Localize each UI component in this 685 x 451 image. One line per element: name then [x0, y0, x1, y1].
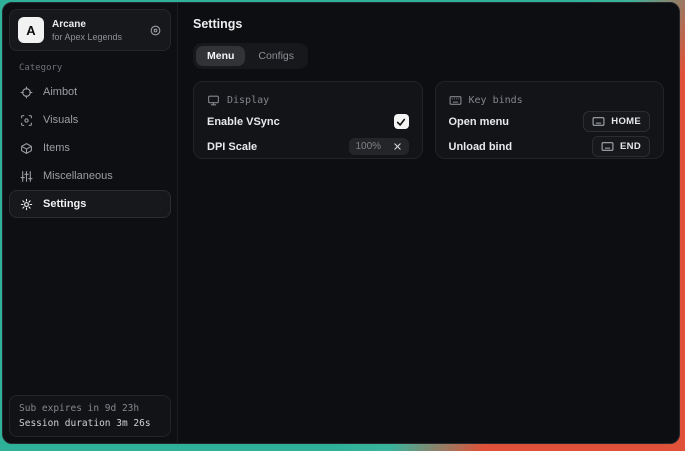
- dpi-row: DPI Scale: [207, 135, 409, 158]
- monitor-icon: [207, 94, 220, 107]
- crosshair-icon: [20, 86, 33, 99]
- open-menu-label: Open menu: [449, 116, 510, 128]
- sidebar-item-settings[interactable]: Settings: [9, 190, 171, 218]
- open-menu-row: Open menu HOME: [449, 110, 651, 133]
- app-title-block: Arcane for Apex Legends: [52, 19, 122, 42]
- vsync-checkbox[interactable]: [394, 114, 409, 129]
- target-icon[interactable]: [149, 24, 162, 37]
- gear-icon: [20, 198, 33, 211]
- keybinds-card-header: Key binds: [449, 92, 651, 108]
- unload-keybind-button[interactable]: END: [592, 136, 650, 157]
- app-logo: A: [18, 17, 44, 43]
- app-title: Arcane: [52, 19, 122, 30]
- dpi-label: DPI Scale: [207, 141, 257, 153]
- sidebar-item-label: Miscellaneous: [43, 170, 113, 182]
- tab-bar: Menu Configs: [193, 43, 308, 69]
- sidebar-item-miscellaneous[interactable]: Miscellaneous: [9, 162, 171, 190]
- dpi-scale-control: [349, 138, 409, 155]
- sliders-icon: [20, 170, 33, 183]
- unload-bind-label: Unload bind: [449, 141, 513, 153]
- scan-eye-icon: [20, 114, 33, 127]
- open-menu-key: HOME: [611, 116, 641, 127]
- keyboard-icon: [592, 115, 605, 128]
- vsync-label: Enable VSync: [207, 116, 280, 128]
- display-card-title: Display: [227, 95, 269, 106]
- sidebar-item-label: Aimbot: [43, 86, 77, 98]
- dpi-clear-button[interactable]: [393, 142, 402, 151]
- page-title: Settings: [193, 17, 664, 31]
- sidebar-item-label: Settings: [43, 198, 86, 210]
- package-icon: [20, 142, 33, 155]
- open-menu-keybind-button[interactable]: HOME: [583, 111, 650, 132]
- sidebar-item-visuals[interactable]: Visuals: [9, 106, 171, 134]
- check-icon: [396, 117, 406, 127]
- sidebar-spacer: [9, 218, 171, 395]
- sidebar-item-aimbot[interactable]: Aimbot: [9, 78, 171, 106]
- session-duration-text: Session duration 3m 26s: [19, 418, 161, 429]
- app-window: A Arcane for Apex Legends Category Aimbo…: [2, 2, 680, 444]
- app-logo-card: A Arcane for Apex Legends: [9, 9, 171, 51]
- sidebar-item-label: Items: [43, 142, 70, 154]
- unload-bind-row: Unload bind END: [449, 135, 651, 158]
- session-info-card: Sub expires in 9d 23h Session duration 3…: [9, 395, 171, 437]
- tab-configs[interactable]: Configs: [247, 46, 305, 66]
- x-icon: [393, 142, 402, 151]
- sidebar-item-items[interactable]: Items: [9, 134, 171, 162]
- keybinds-card-title: Key binds: [469, 95, 523, 106]
- settings-cards: Display Enable VSync DPI Scale: [193, 81, 664, 159]
- display-card-header: Display: [207, 92, 409, 108]
- unload-bind-key: END: [620, 141, 641, 152]
- keyboard-icon: [601, 140, 614, 153]
- sub-expires-text: Sub expires in 9d 23h: [19, 403, 161, 414]
- main-content: Settings Menu Configs Display Enable VSy…: [178, 3, 679, 443]
- sidebar-nav: Aimbot Visuals Items Miscellaneous: [9, 78, 171, 218]
- vsync-row: Enable VSync: [207, 110, 409, 133]
- sidebar-item-label: Visuals: [43, 114, 78, 126]
- app-subtitle: for Apex Legends: [52, 32, 122, 42]
- keyboard-icon: [449, 94, 462, 107]
- category-label: Category: [19, 63, 161, 73]
- tab-menu[interactable]: Menu: [196, 46, 245, 66]
- keybinds-card: Key binds Open menu HOME Unload bind: [435, 81, 665, 159]
- sidebar: A Arcane for Apex Legends Category Aimbo…: [3, 3, 178, 443]
- dpi-scale-input[interactable]: [356, 141, 386, 152]
- display-card: Display Enable VSync DPI Scale: [193, 81, 423, 159]
